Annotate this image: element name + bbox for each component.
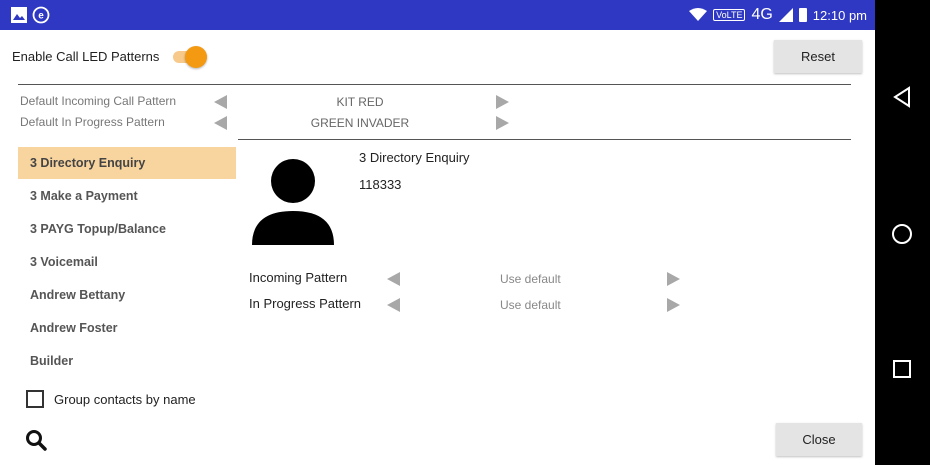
contact-item[interactable]: Andrew Foster (18, 312, 236, 344)
incoming-pattern-value: Use default (500, 272, 561, 286)
avatar-icon (252, 159, 334, 245)
contact-item[interactable]: 3 Make a Payment (18, 180, 236, 212)
wifi-icon (689, 8, 708, 21)
e-circle-icon: e (32, 6, 50, 24)
clock-time: 12:10 pm (812, 7, 867, 23)
svg-text:e: e (38, 11, 44, 22)
back-button[interactable] (887, 82, 917, 112)
contact-label: 3 Directory Enquiry (30, 156, 146, 170)
enable-row: Enable Call LED Patterns (12, 40, 211, 72)
contact-label: Builder (30, 354, 74, 368)
home-button[interactable] (887, 219, 917, 249)
detail-contact-number: 118333 (359, 177, 402, 192)
default-incoming-value: KIT RED (336, 95, 384, 109)
status-bar: e VoLTE 4G 12:10 pm (0, 0, 875, 30)
default-in-progress-next-arrow-icon[interactable] (496, 116, 509, 130)
close-button[interactable]: Close (776, 423, 862, 456)
contact-label: Andrew Foster (30, 321, 118, 335)
back-triangle-icon (893, 86, 910, 108)
network-type: 4G (751, 6, 773, 23)
default-in-progress-prev-arrow-icon[interactable] (214, 116, 227, 130)
detail-contact-name: 3 Directory Enquiry (359, 150, 470, 165)
reset-button[interactable]: Reset (774, 40, 862, 73)
top-divider (18, 84, 851, 85)
enable-toggle[interactable] (173, 44, 211, 68)
contact-label: 3 Make a Payment (30, 189, 138, 203)
toggle-knob (185, 46, 208, 68)
default-incoming-next-arrow-icon[interactable] (496, 95, 509, 109)
detail-divider (238, 139, 851, 140)
navigation-bar (875, 0, 930, 465)
recents-button[interactable] (887, 354, 917, 384)
recents-square-icon (893, 360, 911, 378)
image-icon (11, 7, 27, 23)
app-screen: Enable Call LED Patterns Reset Default I… (0, 30, 875, 465)
incoming-pattern-prev-arrow-icon[interactable] (387, 272, 400, 286)
default-in-progress-label: Default In Progress Pattern (20, 115, 165, 129)
contact-item[interactable]: 3 PAYG Topup/Balance (18, 213, 236, 245)
in-progress-pattern-prev-arrow-icon[interactable] (387, 298, 400, 312)
incoming-pattern-label: Incoming Pattern (249, 270, 348, 285)
incoming-pattern-next-arrow-icon[interactable] (667, 272, 680, 286)
enable-label: Enable Call LED Patterns (12, 48, 160, 64)
contact-label: 3 PAYG Topup/Balance (30, 222, 166, 236)
contact-label: 3 Voicemail (30, 255, 98, 269)
in-progress-pattern-label: In Progress Pattern (249, 296, 361, 311)
default-in-progress-value: GREEN INVADER (310, 116, 410, 130)
battery-icon (798, 8, 807, 22)
search-icon[interactable] (24, 428, 48, 452)
default-incoming-prev-arrow-icon[interactable] (214, 95, 227, 109)
contact-item[interactable]: Andrew Bettany (18, 279, 236, 311)
contact-item[interactable]: Builder (18, 345, 236, 377)
home-circle-icon (892, 224, 912, 244)
in-progress-pattern-value: Use default (500, 298, 561, 312)
in-progress-pattern-next-arrow-icon[interactable] (667, 298, 680, 312)
contact-label: Andrew Bettany (30, 288, 126, 302)
group-contacts-checkbox[interactable] (26, 390, 44, 408)
contact-item[interactable]: 3 Directory Enquiry (18, 147, 236, 179)
contact-item[interactable]: 3 Voicemail (18, 246, 236, 278)
group-contacts-label: Group contacts by name (54, 392, 196, 407)
default-incoming-label: Default Incoming Call Pattern (20, 94, 177, 108)
volte-label: VoLTE (713, 9, 746, 21)
signal-icon (778, 8, 793, 22)
